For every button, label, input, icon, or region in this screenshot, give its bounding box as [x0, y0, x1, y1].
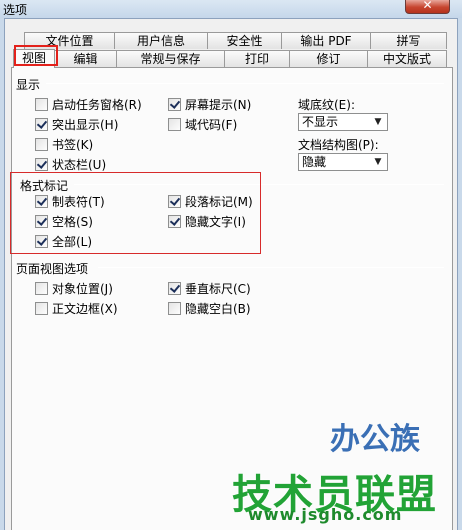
checkbox-tab-characters[interactable]: 制表符(T) — [35, 194, 105, 209]
doc-map-label: 文档结构图(P): — [298, 138, 379, 152]
checkbox-label: 全部(L) — [52, 235, 93, 249]
checkbox-label: 隐藏文字(I) — [185, 215, 246, 229]
checkbox-box[interactable] — [35, 98, 48, 111]
format-marks-group-divider — [74, 184, 444, 185]
checkbox-box[interactable] — [35, 215, 48, 228]
checkbox-label: 正文边框(X) — [52, 302, 118, 316]
checkbox-box[interactable] — [35, 195, 48, 208]
checkbox-label: 垂直标尺(C) — [185, 282, 251, 296]
checkbox-label: 启动任务窗格(R) — [52, 98, 142, 112]
checkbox-box[interactable] — [35, 235, 48, 248]
tab-security[interactable]: 安全性 — [207, 32, 282, 49]
checkbox-box[interactable] — [168, 302, 181, 315]
checkbox-hide-white-space[interactable]: 隐藏空白(B) — [168, 301, 251, 316]
field-shading-label: 域底纹(E): — [298, 98, 355, 112]
view-panel: 显示 启动任务窗格(R) 突出显示(H) 书签(K) 状态栏(U) 屏幕提示(N… — [11, 67, 453, 530]
checkbox-vertical-ruler[interactable]: 垂直标尺(C) — [168, 281, 251, 296]
tab-edit[interactable]: 编辑 — [54, 50, 117, 67]
tab-general-save[interactable]: 常规与保存 — [116, 50, 225, 67]
checkbox-box[interactable] — [35, 302, 48, 315]
field-shading-select[interactable]: 不显示 ▼ — [298, 113, 388, 131]
tab-file-locations[interactable]: 文件位置 — [24, 32, 115, 49]
checkbox-label: 隐藏空白(B) — [185, 302, 251, 316]
checkbox-box[interactable] — [168, 282, 181, 295]
format-marks-group-title: 格式标记 — [20, 179, 69, 193]
close-button[interactable]: ✕ — [405, 0, 450, 14]
dropdown-arrow-icon: ▼ — [374, 117, 382, 127]
dropdown-arrow-icon: ▼ — [374, 157, 382, 167]
checkbox-label: 书签(K) — [52, 138, 94, 152]
checkbox-label: 对象位置(J) — [52, 282, 113, 296]
checkbox-label: 制表符(T) — [52, 195, 105, 209]
checkbox-label: 域代码(F) — [185, 118, 238, 132]
window-title: 选项 — [3, 3, 28, 17]
tab-view[interactable]: 视图 — [13, 49, 55, 68]
checkbox-status-bar[interactable]: 状态栏(U) — [35, 157, 106, 172]
checkbox-hidden-text[interactable]: 隐藏文字(I) — [168, 214, 246, 229]
checkbox-label: 屏幕提示(N) — [185, 98, 252, 112]
tab-pdf-output[interactable]: 输出 PDF — [281, 32, 371, 49]
checkbox-all-marks[interactable]: 全部(L) — [35, 234, 92, 249]
checkbox-label: 段落标记(M) — [185, 195, 253, 209]
checkbox-task-pane[interactable]: 启动任务窗格(R) — [35, 97, 142, 112]
checkbox-object-anchors[interactable]: 对象位置(J) — [35, 281, 113, 296]
options-dialog: 文件位置 用户信息 安全性 输出 PDF 拼写 视图 编辑 常规与保存 打印 修… — [4, 18, 458, 530]
page-view-group-divider — [98, 267, 444, 268]
checkbox-spaces[interactable]: 空格(S) — [35, 214, 93, 229]
checkbox-box[interactable] — [168, 118, 181, 131]
field-shading-value: 不显示 — [302, 115, 339, 129]
checkbox-box[interactable] — [35, 158, 48, 171]
checkbox-bookmarks[interactable]: 书签(K) — [35, 137, 93, 152]
checkbox-text-boundaries[interactable]: 正文边框(X) — [35, 301, 118, 316]
checkbox-box[interactable] — [35, 282, 48, 295]
checkbox-paragraph-marks[interactable]: 段落标记(M) — [168, 194, 253, 209]
tab-user-info[interactable]: 用户信息 — [114, 32, 208, 49]
tab-track-changes[interactable]: 修订 — [289, 50, 368, 67]
checkbox-box[interactable] — [168, 98, 181, 111]
checkbox-box[interactable] — [35, 138, 48, 151]
page-view-group-title: 页面视图选项 — [16, 262, 89, 276]
checkbox-box[interactable] — [168, 195, 181, 208]
checkbox-box[interactable] — [168, 215, 181, 228]
checkbox-field-codes[interactable]: 域代码(F) — [168, 117, 237, 132]
tab-spelling[interactable]: 拼写 — [370, 32, 447, 49]
checkbox-box[interactable] — [35, 118, 48, 131]
checkbox-label: 空格(S) — [52, 215, 93, 229]
doc-map-select[interactable]: 隐藏 ▼ — [298, 153, 388, 171]
doc-map-value: 隐藏 — [302, 155, 327, 169]
checkbox-label: 状态栏(U) — [52, 158, 107, 172]
tab-asian-typography[interactable]: 中文版式 — [367, 50, 447, 67]
title-bar: 选项 ✕ — [0, 0, 462, 18]
display-group-divider — [46, 83, 444, 84]
checkbox-screen-tips[interactable]: 屏幕提示(N) — [168, 97, 251, 112]
close-icon: ✕ — [422, 0, 433, 12]
tab-print[interactable]: 打印 — [224, 50, 290, 67]
checkbox-label: 突出显示(H) — [52, 118, 119, 132]
checkbox-highlight[interactable]: 突出显示(H) — [35, 117, 118, 132]
display-group-title: 显示 — [16, 78, 41, 92]
